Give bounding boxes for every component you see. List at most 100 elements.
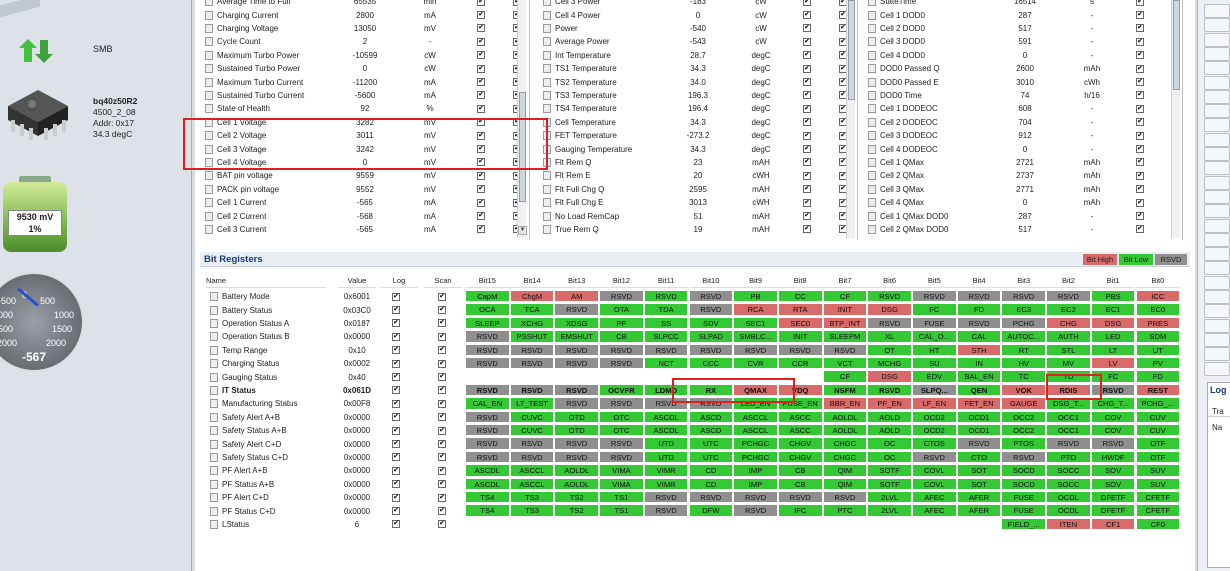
log-checkbox[interactable]: ✔ bbox=[392, 346, 400, 355]
side-button[interactable] bbox=[1204, 204, 1230, 219]
register-row[interactable]: TS3 Temperature 196.3 degC ✔ ✔ bbox=[543, 89, 847, 102]
log-checkbox[interactable]: ✔ bbox=[803, 198, 811, 207]
log-checkbox[interactable]: ✔ bbox=[392, 507, 400, 516]
side-button[interactable] bbox=[1204, 318, 1230, 333]
register-row[interactable]: Cell 1 DODEOC608-✔✔ bbox=[868, 102, 1180, 115]
register-row[interactable]: No Load RemCap 51 mAH ✔ ✔ bbox=[543, 209, 847, 222]
register-row[interactable]: Cell 3 DOD0591-✔✔ bbox=[868, 35, 1180, 48]
log-checkbox[interactable]: ✔ bbox=[477, 225, 485, 234]
bit-register-row[interactable]: Operation Status B 0x0000 ✔ ✔ RSVD PSSHUT EMSH… bbox=[200, 330, 1190, 343]
side-button[interactable] bbox=[1204, 104, 1230, 119]
side-button[interactable] bbox=[1204, 347, 1230, 362]
register-row[interactable]: Gauging Temperature 34.3 degC ✔ ✔ bbox=[543, 142, 847, 155]
register-row[interactable]: Cell 2 QMax DOD0517-✔✔ bbox=[868, 223, 1180, 236]
side-button[interactable] bbox=[1204, 304, 1230, 319]
register-row[interactable]: Maximum Turbo Current-11200mA✔✔ bbox=[205, 75, 521, 88]
log-checkbox[interactable]: ✔ bbox=[803, 37, 811, 46]
side-button[interactable] bbox=[1204, 147, 1230, 161]
register-row[interactable]: DOD0 Passed Q2600mAh✔✔ bbox=[868, 62, 1180, 75]
log-checkbox[interactable]: ✔ bbox=[392, 426, 400, 435]
log-checkbox[interactable]: ✔ bbox=[392, 386, 400, 395]
log-checkbox[interactable]: ✔ bbox=[392, 319, 400, 328]
log-checkbox[interactable]: ✔ bbox=[1136, 171, 1144, 180]
scan-checkbox[interactable]: ✔ bbox=[438, 480, 446, 489]
log-checkbox[interactable]: ✔ bbox=[392, 292, 400, 301]
log-checkbox[interactable]: ✔ bbox=[392, 493, 400, 502]
log-checkbox[interactable]: ✔ bbox=[803, 104, 811, 113]
panel-3-scrollbar[interactable] bbox=[1171, 0, 1180, 238]
register-row[interactable]: Cell 1 DOD0287-✔✔ bbox=[868, 8, 1180, 21]
log-checkbox[interactable]: ✔ bbox=[477, 91, 485, 100]
log-checkbox[interactable]: ✔ bbox=[1136, 118, 1144, 127]
register-row[interactable]: Maximum Turbo Power-10599cW✔✔ bbox=[205, 49, 521, 62]
log-checkbox[interactable]: ✔ bbox=[392, 453, 400, 462]
register-row[interactable]: TS4 Temperature 196.4 degC ✔ ✔ bbox=[543, 102, 847, 115]
scan-checkbox[interactable]: ✔ bbox=[438, 359, 446, 368]
scan-checkbox[interactable]: ✔ bbox=[438, 493, 446, 502]
log-checkbox[interactable]: ✔ bbox=[803, 64, 811, 73]
bit-register-row[interactable]: LStatus 6 ✔ ✔ FIELD_... ITEN CF1 CF0 bbox=[200, 517, 1190, 531]
side-button[interactable] bbox=[1204, 247, 1230, 262]
bit-register-row[interactable]: Safety Alert C+D 0x0000 ✔ ✔ RSVD RSVD RSVD RSVD… bbox=[200, 437, 1190, 450]
register-row[interactable]: Int Temperature 28.7 degC ✔ ✔ bbox=[543, 49, 847, 62]
register-row[interactable]: Charging Current2800mA✔✔ bbox=[205, 8, 521, 21]
bit-register-row[interactable]: Battery Status 0x03C0 ✔ ✔ OCA TCA RSVD OTA TDA RS… bbox=[200, 303, 1190, 316]
log-checkbox[interactable]: ✔ bbox=[803, 51, 811, 60]
bit-register-row[interactable]: Safety Status A+B 0x0000 ✔ ✔ RSVD CUVC OTD OTC A… bbox=[200, 424, 1190, 437]
register-row[interactable]: State of Health92%✔✔ bbox=[205, 102, 521, 115]
register-row[interactable]: Charging Voltage13050mV✔✔ bbox=[205, 22, 521, 35]
log-checkbox[interactable]: ✔ bbox=[1136, 185, 1144, 194]
log-checkbox[interactable]: ✔ bbox=[803, 118, 811, 127]
log-checkbox[interactable]: ✔ bbox=[803, 158, 811, 167]
register-row[interactable]: Cell 2 DOD0517-✔✔ bbox=[868, 22, 1180, 35]
side-button[interactable] bbox=[1204, 18, 1230, 33]
log-checkbox[interactable]: ✔ bbox=[1136, 131, 1144, 140]
register-row[interactable]: Average Power -543 cW ✔ ✔ bbox=[543, 35, 847, 48]
register-row[interactable]: Cell 1 Current-565mA✔✔ bbox=[205, 196, 521, 209]
register-row[interactable]: TS1 Temperature 34.3 degC ✔ ✔ bbox=[543, 62, 847, 75]
side-button[interactable] bbox=[1204, 275, 1230, 290]
log-checkbox[interactable]: ✔ bbox=[392, 399, 400, 408]
log-checkbox[interactable]: ✔ bbox=[477, 51, 485, 60]
log-checkbox[interactable]: ✔ bbox=[392, 359, 400, 368]
register-row[interactable]: Cell 2 QMax2737mAh✔✔ bbox=[868, 169, 1180, 182]
scan-checkbox[interactable]: ✔ bbox=[438, 306, 446, 315]
log-checkbox[interactable]: ✔ bbox=[1136, 198, 1144, 207]
scan-checkbox[interactable]: ✔ bbox=[438, 440, 446, 449]
log-checkbox[interactable]: ✔ bbox=[803, 171, 811, 180]
register-row[interactable]: Flt Full Chg Q 2595 mAH ✔ ✔ bbox=[543, 183, 847, 196]
bit-register-row[interactable]: Charging Status 0x0002 ✔ ✔ RSVD RSVD RSVD RSVD N… bbox=[200, 357, 1190, 370]
register-row[interactable]: DOD0 Time74h/16✔✔ bbox=[868, 89, 1180, 102]
log-checkbox[interactable]: ✔ bbox=[477, 212, 485, 221]
bit-register-row[interactable]: Temp Range 0x10 ✔ ✔ RSVD RSVD RSVD RSVD RSVD RSVD… bbox=[200, 343, 1190, 357]
bit-register-row[interactable]: Battery Mode 0x6001 ✔ ✔ CapM ChgM AM RSVD RSVD RS… bbox=[200, 290, 1190, 303]
register-row[interactable]: Average Time to Full65535min✔✔ bbox=[205, 0, 521, 8]
bit-register-row[interactable]: PF Alert A+B 0x0000 ✔ ✔ ASCDL ASCCL AOLDL VIMA V… bbox=[200, 464, 1190, 477]
log-checkbox[interactable]: ✔ bbox=[1136, 212, 1144, 221]
register-row[interactable]: Cell Temperature 34.3 degC ✔ ✔ bbox=[543, 116, 847, 129]
log-checkbox[interactable]: ✔ bbox=[1136, 145, 1144, 154]
log-checkbox[interactable]: ✔ bbox=[803, 91, 811, 100]
side-button[interactable] bbox=[1204, 261, 1230, 276]
register-row[interactable]: Sustained Turbo Power0cW✔✔ bbox=[205, 62, 521, 75]
register-row[interactable]: Cycle Count2-✔✔ bbox=[205, 35, 521, 48]
bit-register-row[interactable]: Safety Status C+D 0x0000 ✔ ✔ RSVD RSVD RSVD RSV… bbox=[200, 450, 1190, 464]
log-checkbox[interactable]: ✔ bbox=[803, 24, 811, 33]
register-row[interactable]: Power -540 cW ✔ ✔ bbox=[543, 22, 847, 35]
register-row[interactable]: FET Temperature -273.2 degC ✔ ✔ bbox=[543, 129, 847, 142]
log-checkbox[interactable]: ✔ bbox=[803, 78, 811, 87]
panel-2-scrollbar[interactable] bbox=[846, 0, 855, 238]
register-row[interactable]: Flt Full Chg E 3013 cWH ✔ ✔ bbox=[543, 196, 847, 209]
log-checkbox[interactable]: ✔ bbox=[803, 0, 811, 6]
log-checkbox[interactable]: ✔ bbox=[477, 64, 485, 73]
bit-register-row[interactable]: PF Status A+B 0x0000 ✔ ✔ ASCDL ASCCL AOLDL VIMA… bbox=[200, 477, 1190, 491]
log-checkbox[interactable]: ✔ bbox=[1136, 104, 1144, 113]
side-button[interactable] bbox=[1204, 161, 1230, 176]
scan-checkbox[interactable]: ✔ bbox=[438, 346, 446, 355]
log-checkbox[interactable]: ✔ bbox=[803, 225, 811, 234]
register-row[interactable]: Cell 3 QMax2771mAh✔✔ bbox=[868, 183, 1180, 196]
register-row[interactable]: Cell 3 Power -183 cW ✔ ✔ bbox=[543, 0, 847, 8]
log-checkbox[interactable]: ✔ bbox=[392, 413, 400, 422]
log-checkbox[interactable]: ✔ bbox=[1136, 225, 1144, 234]
register-row[interactable]: Cell 1 QMax DOD0287-✔✔ bbox=[868, 209, 1180, 222]
